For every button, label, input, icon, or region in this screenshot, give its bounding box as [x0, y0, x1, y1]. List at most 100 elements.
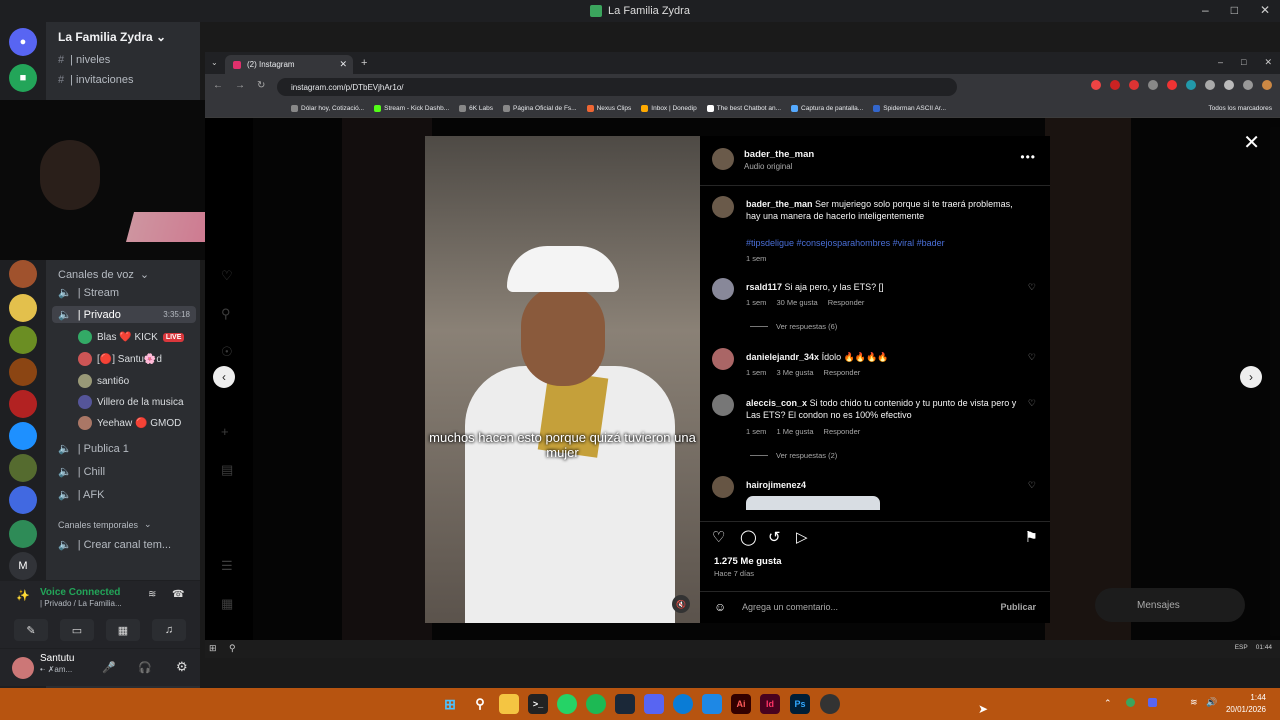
disconnect-icon[interactable]: ☎: [172, 589, 184, 600]
like-icon[interactable]: ♡: [712, 528, 725, 546]
server-icon[interactable]: [9, 326, 37, 354]
photoshop-icon[interactable]: Ps: [790, 694, 810, 714]
avatar[interactable]: [712, 196, 734, 218]
hashtags[interactable]: #tipsdeligue #consejosparahombres #viral…: [746, 238, 945, 248]
like-comment-icon[interactable]: ♡: [1028, 282, 1036, 293]
voice-user[interactable]: Villero de la musica: [78, 395, 184, 409]
more-options-icon[interactable]: •••: [1020, 150, 1036, 164]
channel-create-temp[interactable]: 🔈 | Crear canal tem...: [58, 538, 171, 552]
tray-app-icon[interactable]: [1148, 698, 1157, 707]
view-replies[interactable]: Ver respuestas (2): [750, 451, 837, 460]
avatar[interactable]: [12, 657, 34, 679]
channel-stream[interactable]: 🔈 | Stream: [58, 286, 119, 300]
soundboard-button[interactable]: ♫: [152, 619, 186, 641]
extension-icon[interactable]: [1186, 80, 1196, 90]
headphones-icon[interactable]: 🎧: [138, 661, 152, 674]
spotify-icon[interactable]: [586, 694, 606, 714]
screen-share-button[interactable]: ▭: [60, 619, 94, 641]
server-icon[interactable]: [9, 486, 37, 514]
maximize-icon[interactable]: □: [1231, 3, 1238, 17]
comment-likes[interactable]: 1 Me gusta: [776, 427, 813, 436]
bookmark[interactable]: Página Oficial de Fs...: [503, 105, 577, 112]
bookmark[interactable]: Spiderman ASCII Ar...: [873, 105, 946, 112]
close-icon[interactable]: ✕: [1264, 57, 1272, 68]
all-bookmarks[interactable]: Todos los marcadores: [1208, 105, 1272, 112]
category-temporales[interactable]: Canales temporales ⌄: [58, 519, 152, 530]
comment-author[interactable]: rsald117: [746, 282, 782, 292]
next-post-arrow[interactable]: ›: [1240, 366, 1262, 388]
reply-link[interactable]: Responder: [828, 298, 865, 307]
caption-author[interactable]: bader_the_man: [746, 199, 813, 209]
discord-icon[interactable]: [644, 694, 664, 714]
like-comment-icon[interactable]: ♡: [1028, 480, 1036, 491]
previous-post-arrow[interactable]: ‹: [213, 366, 235, 388]
windows-start-icon[interactable]: ⊞: [209, 643, 217, 654]
avatar[interactable]: [712, 278, 734, 300]
noise-icon[interactable]: ≋: [148, 589, 156, 600]
server-icon[interactable]: [9, 358, 37, 386]
tab-instagram[interactable]: (2) Instagram ✕: [225, 55, 353, 74]
like-comment-icon[interactable]: ♡: [1028, 398, 1036, 409]
server-icon[interactable]: M: [9, 552, 37, 580]
publish-button[interactable]: Publicar: [1000, 602, 1036, 612]
view-replies[interactable]: Ver respuestas (6): [750, 322, 837, 331]
new-tab-icon[interactable]: +: [361, 57, 367, 69]
settings-icon[interactable]: ⚙: [176, 659, 188, 675]
bookmark[interactable]: Dólar hoy, Cotizació...: [291, 105, 364, 112]
server-icon[interactable]: [9, 390, 37, 418]
indesign-icon[interactable]: Id: [760, 694, 780, 714]
extension-icon[interactable]: [1110, 80, 1120, 90]
server-icon[interactable]: ■: [9, 64, 37, 92]
search-icon[interactable]: ⚲: [229, 643, 236, 654]
bookmark[interactable]: Inbox | Donedip: [641, 105, 697, 112]
close-tab-icon[interactable]: ✕: [339, 59, 347, 70]
comment-input[interactable]: Agrega un comentario...: [742, 602, 838, 612]
avatar[interactable]: [712, 148, 734, 170]
discord-home-icon[interactable]: ●: [9, 28, 37, 56]
server-icon[interactable]: [9, 454, 37, 482]
close-modal-icon[interactable]: ✕: [1243, 130, 1260, 155]
chrome-icon[interactable]: [820, 694, 840, 714]
like-count[interactable]: 1.275 Me gusta: [714, 556, 782, 567]
server-icon[interactable]: [9, 260, 37, 288]
channel-niveles[interactable]: # | niveles: [58, 54, 110, 66]
avatar[interactable]: [712, 476, 734, 498]
extension-icon[interactable]: [1224, 80, 1234, 90]
voice-user[interactable]: Blas ❤️ KICK LIVE: [78, 330, 185, 344]
channel-privado[interactable]: 🔈 | Privado 3:35:18: [52, 306, 196, 323]
repost-icon[interactable]: ↺: [768, 528, 781, 546]
bookmark[interactable]: 6K Labs: [459, 105, 493, 112]
file-explorer-icon[interactable]: [499, 694, 519, 714]
voice-user[interactable]: santi6o: [78, 374, 129, 388]
forward-icon[interactable]: →: [235, 80, 245, 91]
avatar[interactable]: [712, 348, 734, 370]
reel-video[interactable]: muchos hacen esto porque quizá tuvieron …: [425, 136, 700, 623]
channel-afk[interactable]: 🔈 | AFK: [58, 488, 104, 502]
bookmark[interactable]: Stream - Kick Dashb...: [374, 105, 449, 112]
wifi-icon[interactable]: ≋: [1190, 697, 1198, 708]
voice-user[interactable]: [🔴] Santu🌸d: [78, 352, 162, 366]
app-icon[interactable]: [702, 694, 722, 714]
windows-start-icon[interactable]: ⊞: [440, 694, 460, 714]
comment-icon[interactable]: ◯: [740, 528, 757, 546]
emoji-icon[interactable]: ☺: [714, 600, 726, 614]
channel-chill[interactable]: 🔈 | Chill: [58, 465, 105, 479]
microphone-icon[interactable]: 🎤: [102, 661, 116, 674]
tab-search-icon[interactable]: ⌄: [211, 58, 218, 67]
language-indicator[interactable]: ESP: [1235, 644, 1248, 651]
illustrator-icon[interactable]: Ai: [731, 694, 751, 714]
bookmark[interactable]: Nexus Clips: [586, 105, 631, 112]
comment-author[interactable]: aleccis_con_x: [746, 398, 807, 408]
camera-off-button[interactable]: ✎: [14, 619, 48, 641]
bookmark[interactable]: Captura de pantalla...: [791, 105, 863, 112]
extensions-menu-icon[interactable]: [1243, 80, 1253, 90]
search-icon[interactable]: ⚲: [470, 694, 490, 714]
extension-icon[interactable]: [1129, 80, 1139, 90]
comment-likes[interactable]: 30 Me gusta: [776, 298, 817, 307]
comment-likes[interactable]: 3 Me gusta: [776, 368, 813, 377]
extension-icon[interactable]: [1148, 80, 1158, 90]
bookmark[interactable]: The best Chatbot an...: [706, 105, 781, 112]
avatar[interactable]: [712, 394, 734, 416]
like-comment-icon[interactable]: ♡: [1028, 352, 1036, 363]
extension-icon[interactable]: [1167, 80, 1177, 90]
